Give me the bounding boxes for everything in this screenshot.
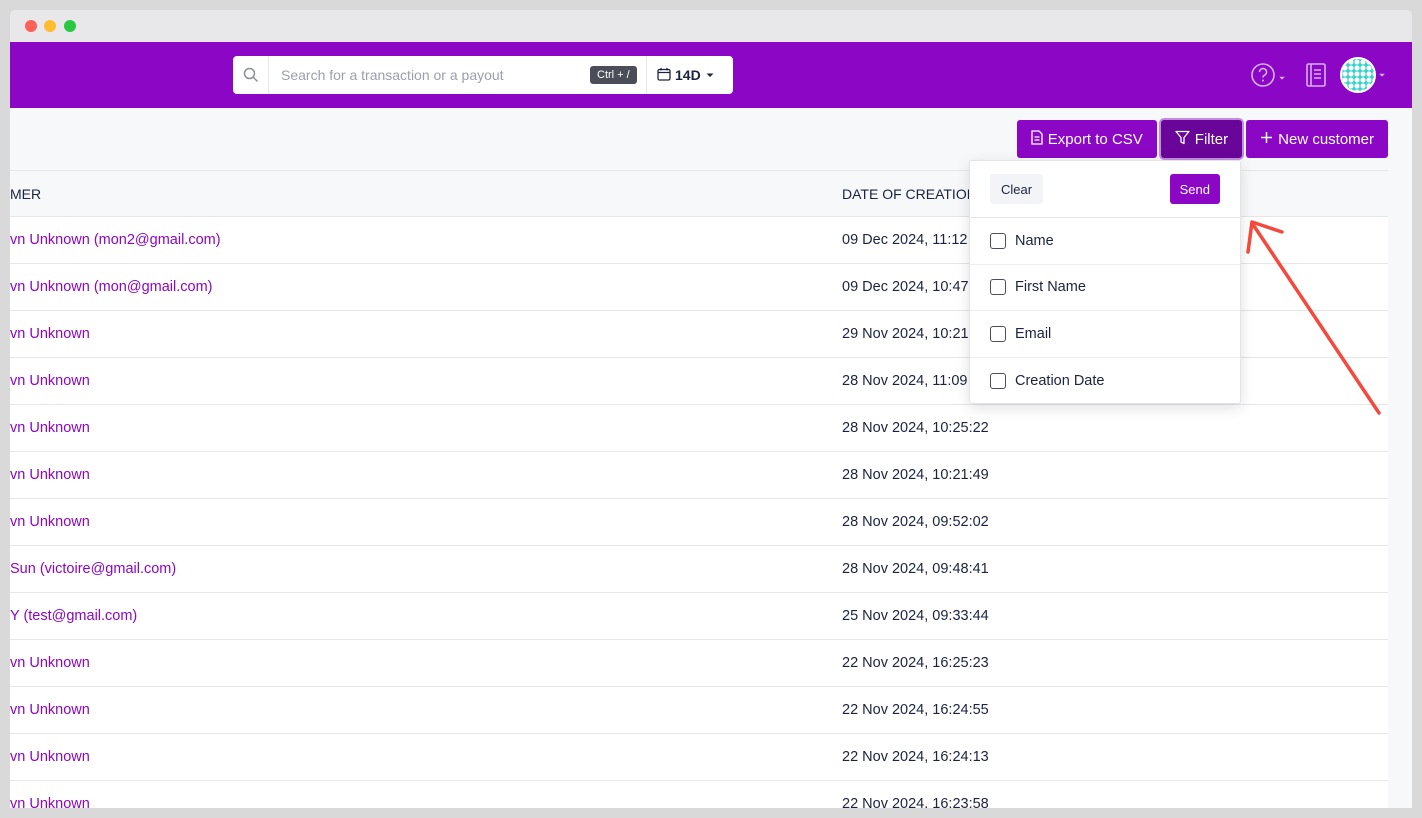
filter-option[interactable]: Email — [970, 311, 1240, 358]
help-icon — [1250, 62, 1276, 93]
table-row[interactable]: Y (test@gmail.com) 25 Nov 2024, 09:33:44 — [10, 593, 1388, 640]
new-customer-button[interactable]: New customer — [1246, 120, 1388, 158]
clear-filters-button[interactable]: Clear — [990, 174, 1044, 204]
avatar — [1340, 57, 1376, 93]
customer-link[interactable]: vn Unknown — [10, 373, 90, 389]
user-menu-button[interactable] — [1340, 57, 1386, 93]
toolbar: Export to CSV Filter New customer — [1016, 120, 1388, 158]
filter-option-label: Name — [1015, 232, 1054, 249]
filter-label: Filter — [1194, 130, 1229, 148]
customer-link[interactable]: vn Unknown — [10, 702, 90, 718]
table-row[interactable]: vn Unknown 22 Nov 2024, 16:24:13 — [10, 734, 1388, 781]
table-row[interactable]: vn Unknown 28 Nov 2024, 10:21:49 — [10, 452, 1388, 499]
filter-option[interactable]: First Name — [970, 265, 1240, 311]
top-navbar: Ctrl + / 14D — [10, 42, 1412, 108]
table-row[interactable]: vn Unknown 22 Nov 2024, 16:24:55 — [10, 687, 1388, 734]
customer-link[interactable]: vn Unknown (mon@gmail.com) — [10, 279, 212, 295]
table-row[interactable]: vn Unknown 28 Nov 2024, 09:52:02 — [10, 499, 1388, 546]
file-icon — [1031, 129, 1043, 149]
filter-option-label: First Name — [1015, 279, 1086, 296]
search-shortcut-badge: Ctrl + / — [590, 66, 637, 84]
creation-date: 28 Nov 2024, 10:21:49 — [842, 467, 989, 483]
export-csv-label: Export to CSV — [1047, 130, 1143, 148]
date-range-label: 14D — [675, 67, 701, 83]
annotation-arrow — [1246, 220, 1381, 415]
chevron-down-icon — [1278, 69, 1286, 87]
search-divider — [646, 56, 647, 94]
filter-options: Name First Name Email Creation Date — [970, 218, 1240, 404]
search-bar: Ctrl + / 14D — [233, 56, 733, 94]
creation-date: 25 Nov 2024, 09:33:44 — [842, 608, 989, 624]
column-header-date[interactable]: DATE OF CREATION — [842, 186, 977, 202]
book-icon — [1304, 63, 1328, 92]
minimize-window-button[interactable] — [44, 20, 56, 32]
filter-option-checkbox[interactable] — [990, 279, 1006, 296]
creation-date: 28 Nov 2024, 09:48:41 — [842, 561, 989, 577]
filter-dropdown: Clear Send Name First Name Email Creation D… — [969, 160, 1241, 404]
customer-link[interactable]: vn Unknown — [10, 796, 90, 808]
table-row[interactable]: Sun (victoire@gmail.com) 28 Nov 2024, 09:… — [10, 546, 1388, 593]
export-csv-button[interactable]: Export to CSV — [1016, 120, 1157, 158]
filter-option-label: Email — [1015, 325, 1052, 342]
plus-icon — [1260, 131, 1273, 148]
app-window: Ctrl + / 14D — [10, 10, 1412, 808]
customer-link[interactable]: vn Unknown — [10, 514, 90, 530]
creation-date: 22 Nov 2024, 16:24:55 — [842, 702, 989, 718]
chevron-down-icon — [1378, 66, 1386, 84]
creation-date: 22 Nov 2024, 16:23:58 — [842, 796, 989, 808]
window-titlebar — [10, 10, 1412, 42]
customer-link[interactable]: vn Unknown — [10, 420, 90, 436]
creation-date: 28 Nov 2024, 09:52:02 — [842, 514, 989, 530]
search-icon[interactable] — [233, 56, 269, 94]
documentation-button[interactable] — [1304, 62, 1328, 93]
maximize-window-button[interactable] — [64, 20, 76, 32]
customer-link[interactable]: vn Unknown (mon2@gmail.com) — [10, 232, 221, 248]
creation-date: 09 Dec 2024, 11:12 — [842, 232, 968, 248]
customer-link[interactable]: vn Unknown — [10, 655, 90, 671]
filter-option-checkbox[interactable] — [990, 325, 1006, 342]
creation-date: 29 Nov 2024, 10:21 — [842, 326, 969, 342]
customer-link[interactable]: Sun (victoire@gmail.com) — [10, 561, 176, 577]
table-row[interactable]: vn Unknown 22 Nov 2024, 16:23:58 — [10, 781, 1388, 808]
chevron-down-icon — [705, 67, 715, 83]
filter-option-checkbox[interactable] — [990, 372, 1006, 389]
customer-link[interactable]: vn Unknown — [10, 326, 90, 342]
creation-date: 28 Nov 2024, 10:25:22 — [842, 420, 989, 436]
creation-date: 22 Nov 2024, 16:25:23 — [842, 655, 989, 671]
close-window-button[interactable] — [25, 20, 37, 32]
calendar-icon — [657, 67, 671, 84]
help-menu-button[interactable] — [1250, 62, 1286, 93]
filter-dropdown-header: Clear Send — [970, 161, 1240, 218]
creation-date: 22 Nov 2024, 16:24:13 — [842, 749, 989, 765]
creation-date: 28 Nov 2024, 11:09 — [842, 373, 968, 389]
filter-option[interactable]: Creation Date — [970, 358, 1240, 405]
new-customer-label: New customer — [1278, 130, 1374, 148]
filter-icon — [1175, 130, 1190, 149]
date-range-selector[interactable]: 14D — [657, 56, 715, 94]
column-header-customer[interactable]: MER — [10, 186, 41, 202]
filter-option[interactable]: Name — [970, 218, 1240, 265]
filter-option-label: Creation Date — [1015, 372, 1105, 389]
creation-date: 09 Dec 2024, 10:47 — [842, 279, 969, 295]
customer-link[interactable]: vn Unknown — [10, 467, 90, 483]
search-input[interactable] — [269, 56, 585, 94]
table-row[interactable]: vn Unknown 28 Nov 2024, 10:25:22 — [10, 405, 1388, 452]
send-filters-button[interactable]: Send — [1169, 174, 1220, 204]
customer-link[interactable]: Y (test@gmail.com) — [10, 608, 137, 624]
filter-button[interactable]: Filter — [1160, 120, 1243, 158]
filter-option-checkbox[interactable] — [990, 232, 1006, 249]
table-row[interactable]: vn Unknown 22 Nov 2024, 16:25:23 — [10, 640, 1388, 687]
customer-link[interactable]: vn Unknown — [10, 749, 90, 765]
